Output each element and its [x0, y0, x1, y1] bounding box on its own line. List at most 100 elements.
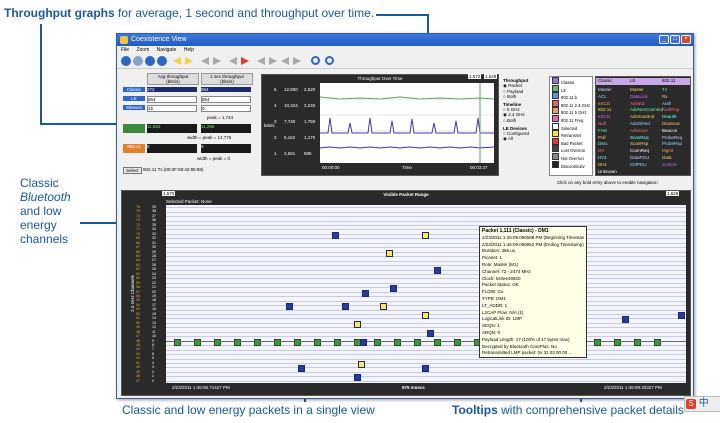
legend-item[interactable]: 802.11 2.4 GHz — [550, 99, 592, 107]
classic-packet[interactable] — [332, 231, 339, 239]
throughput-line-classic-2 — [319, 146, 495, 149]
legend-item[interactable]: Selected — [550, 122, 592, 130]
throughput-graph: Throughput Over Time 1,572 1,528 bits/s … — [261, 74, 499, 176]
classic-packet[interactable] — [354, 374, 361, 382]
le-table-row[interactable]: Poll ScanReq ProbeReq — [596, 135, 690, 142]
back-icon[interactable] — [133, 56, 143, 66]
minimize-button[interactable]: _ — [659, 35, 669, 44]
menu-navigate[interactable]: Navigate — [157, 47, 177, 53]
throughput-callout-bold: Throughput graphs — [4, 6, 115, 20]
le-packet[interactable] — [274, 338, 281, 346]
menu-help[interactable]: Help — [184, 47, 194, 53]
le-packet[interactable] — [214, 338, 221, 346]
legend-item[interactable]: LE — [550, 84, 592, 92]
le-table-row[interactable]: DM1 ScanRsp ProbeRsp — [596, 141, 690, 148]
classic-packet[interactable] — [342, 302, 349, 310]
window-titlebar[interactable]: Coexistence View _ □ × — [117, 34, 693, 46]
legend-item[interactable]: 802.11 b — [550, 92, 592, 100]
le-packet[interactable] — [234, 338, 241, 346]
le-packet[interactable] — [314, 338, 321, 346]
legend-item[interactable]: 802.11 Freq — [550, 114, 592, 123]
zoom-out-icon[interactable] — [325, 56, 334, 65]
le-packet[interactable] — [434, 338, 441, 346]
opt-all[interactable]: ◉ All — [503, 136, 547, 142]
opt-tboth[interactable]: ○ Both — [503, 118, 547, 123]
le-packet[interactable] — [654, 338, 661, 346]
classic-packet[interactable] — [286, 302, 293, 310]
prev-2-icon[interactable] — [257, 57, 265, 65]
classic-packet[interactable] — [354, 320, 361, 328]
le-packet[interactable] — [614, 338, 621, 346]
le-table-row[interactable]: DV ConnReq Mgmt — [596, 148, 690, 155]
prev-3-icon[interactable] — [281, 57, 289, 65]
legend-item[interactable]: Classic — [550, 77, 592, 85]
legend-item[interactable]: Retransmit — [550, 130, 592, 138]
opt-both[interactable]: ○ Both — [503, 94, 547, 99]
next-grey-icon[interactable] — [213, 57, 221, 65]
last-icon[interactable] — [157, 56, 167, 66]
classic-packet[interactable] — [678, 311, 685, 319]
le-table-row[interactable]: Null AdvDirInd Disassoc — [596, 121, 690, 128]
prev-yellow-icon[interactable] — [173, 57, 181, 65]
classic-packet[interactable] — [360, 338, 367, 346]
le-packet[interactable] — [414, 338, 421, 346]
next-red-icon[interactable] — [241, 57, 249, 65]
classic-packet[interactable] — [422, 311, 429, 319]
le-table-row[interactable]: ACL DataLink Rx — [596, 94, 690, 101]
classic-packet[interactable] — [422, 231, 429, 239]
legend-item[interactable]: Bad Packet — [550, 137, 592, 145]
le-table-row[interactable]: Unknown — [596, 169, 690, 176]
le-packet[interactable] — [254, 338, 261, 346]
le-table-row[interactable]: Master Master Tx — [596, 87, 690, 94]
le-packet[interactable] — [334, 338, 341, 346]
select-button[interactable]: Select — [123, 167, 142, 174]
channel-row — [166, 256, 686, 258]
forward-icon[interactable] — [145, 56, 155, 66]
classic-packet[interactable] — [390, 285, 397, 293]
classic-packet[interactable] — [427, 329, 434, 337]
classic-packet[interactable] — [358, 360, 365, 368]
next-3-icon[interactable] — [293, 57, 301, 65]
close-button[interactable]: × — [681, 35, 691, 44]
le-table-row[interactable]: 802.11 AdvNonConnInd AuthRsp — [596, 107, 690, 114]
prev-red-icon[interactable] — [229, 57, 237, 65]
classic-packet[interactable] — [362, 289, 369, 297]
legend-item[interactable]: Not Overrun — [550, 152, 592, 161]
le-table-row[interactable]: FHS AdvScan Beacon — [596, 128, 690, 135]
le-packet[interactable] — [194, 338, 201, 346]
classic-packet[interactable] — [434, 267, 441, 275]
legend-item[interactable]: Lost Overrun — [550, 145, 592, 153]
le-packet[interactable] — [294, 338, 301, 346]
classic-packet[interactable] — [298, 365, 305, 373]
next-2-icon[interactable] — [269, 57, 277, 65]
le-packet[interactable] — [594, 338, 601, 346]
classic-packet[interactable] — [422, 365, 429, 373]
le-table-row[interactable]: eSCO AdvScanInd Deauth — [596, 114, 690, 121]
prev-grey-icon[interactable] — [201, 57, 209, 65]
range-classic-val: 72 — [136, 222, 140, 227]
ime-toolbar[interactable]: S 中 — [684, 396, 720, 412]
channel-row — [166, 336, 686, 338]
legend-item[interactable]: 802.11 5 GHz — [550, 107, 592, 115]
range-classic-val: 37 — [136, 378, 140, 383]
menu-file[interactable]: File — [121, 47, 129, 53]
menu-zoom[interactable]: Zoom — [136, 47, 149, 53]
classic-packet[interactable] — [380, 302, 387, 310]
le-packet[interactable] — [394, 338, 401, 346]
classic-packet[interactable] — [622, 316, 629, 324]
le-table-row[interactable]: DH1 CtrlPDU Control — [596, 162, 690, 169]
legend-item[interactable]: Discontinuity — [550, 160, 592, 168]
le-packet[interactable] — [374, 338, 381, 346]
le-table-row[interactable]: HV1 DataPDU Data — [596, 155, 690, 162]
le-packet[interactable] — [454, 338, 461, 346]
zoom-in-icon[interactable] — [311, 56, 320, 65]
le-packet[interactable] — [634, 338, 641, 346]
next-yellow-icon[interactable] — [185, 57, 193, 65]
toolbar — [117, 54, 693, 69]
first-icon[interactable] — [121, 56, 131, 66]
maximize-button[interactable]: □ — [670, 35, 680, 44]
le-table-row[interactable]: eSCO AdvInd Auth — [596, 101, 690, 108]
classic-packet[interactable] — [386, 249, 393, 257]
classic-callout: Classic Bluetooth and low energy channel… — [20, 176, 71, 246]
le-packet[interactable] — [174, 338, 181, 346]
